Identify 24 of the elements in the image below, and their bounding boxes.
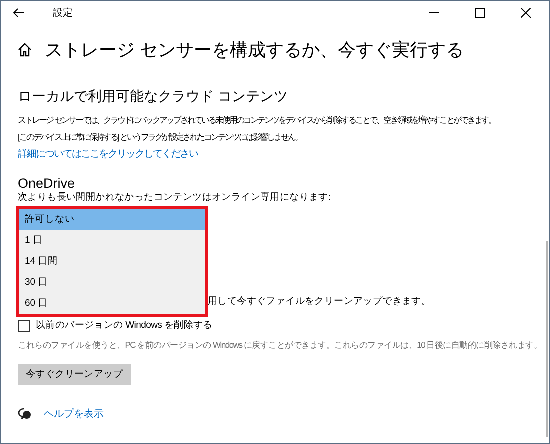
section-heading: OneDrive [18,176,76,191]
dropdown-option[interactable]: 60 日 [19,293,205,314]
description-text: ストレージ センサーでは、クラウドにバックアップされている未使用のコンテンツをデバイスから削除することで、空き領域を増やすことができます。 [18,114,496,127]
note-text: これらのファイルを使うと、PC を前のバージョンの Windows に戻すことができます。これらのファイルは、10 日後に自動的に削除されます。 [18,339,542,352]
description-text: [このデバイス上に常に保持する] というフラグが設定されたコンテンツには影響しません。 [18,131,302,144]
close-icon[interactable] [521,8,531,18]
dropdown-option[interactable]: 許可しない [19,209,205,230]
page-title: ストレージ センサーを構成するか、今すぐ実行する [45,39,464,62]
window-title: 設定 [53,6,73,20]
dropdown-label: 次よりも長い間開かれなかったコンテンツはオンライン専用になります: [18,191,332,204]
dropdown-option[interactable]: 30 日 [19,272,205,293]
checkbox[interactable] [18,320,30,332]
dropdown-option[interactable]: 1 日 [19,230,205,251]
maximize-icon[interactable] [475,8,485,18]
details-link[interactable]: 詳細についてはここをクリックしてください [18,146,198,163]
description-text: 用して今すぐファイルをクリーンアップできます。 [208,295,432,308]
back-icon[interactable] [13,8,25,18]
cleanup-button[interactable]: 今すぐクリーンアップ [18,364,132,385]
help-link[interactable]: ヘルプを表示 [44,407,104,421]
dropdown-option[interactable]: 14 日間 [19,251,205,272]
scrollbar[interactable] [546,241,548,437]
home-icon[interactable] [18,43,32,57]
section-heading: ローカルで利用可能なクラウド コンテンツ [18,88,289,106]
checkbox-label: 以前のバージョンの Windows を削除する [36,319,213,332]
